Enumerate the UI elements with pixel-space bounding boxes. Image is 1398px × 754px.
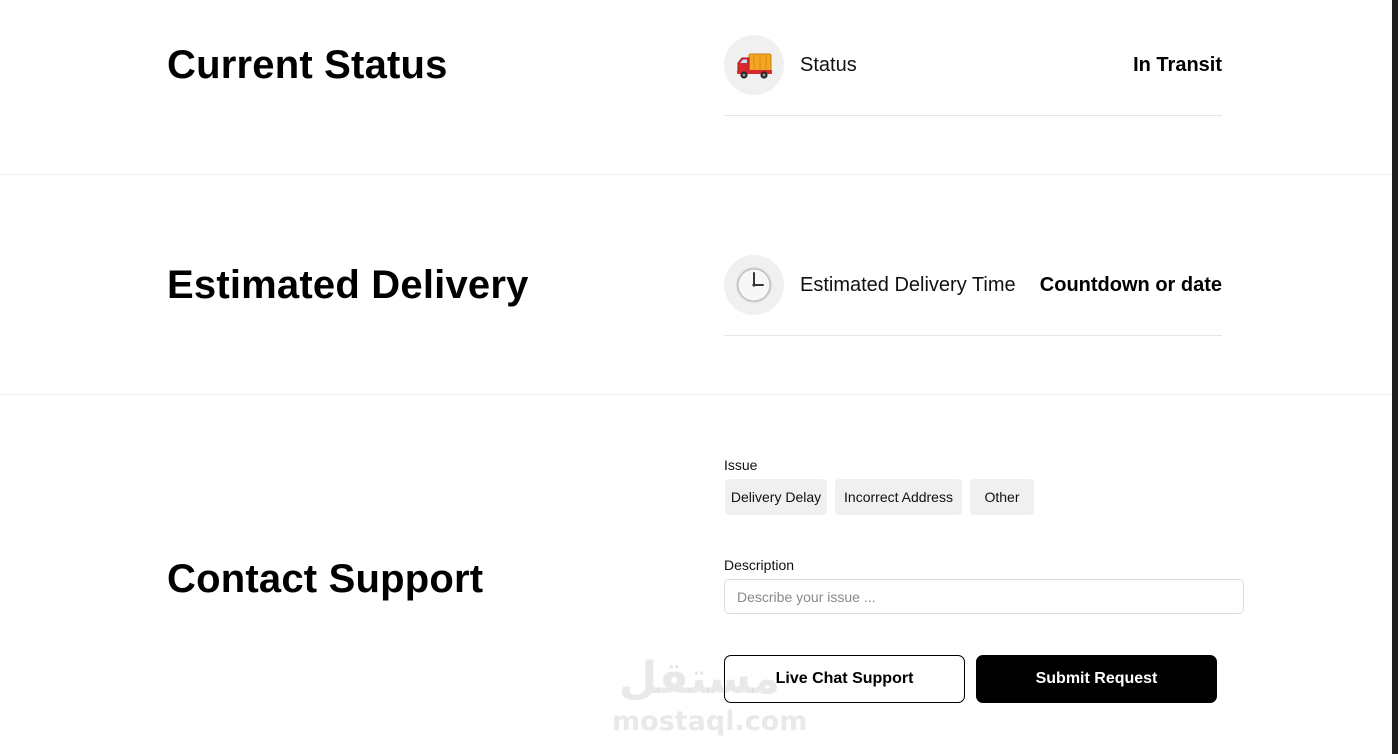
live-chat-support-button[interactable]: Live Chat Support <box>724 655 965 703</box>
issue-chip-incorrect-address[interactable]: Incorrect Address <box>835 479 962 515</box>
estimated-delivery-title: Estimated Delivery <box>167 263 529 307</box>
clock-icon <box>724 255 784 315</box>
delivery-time-row: Estimated Delivery Time Countdown or dat… <box>724 255 1222 336</box>
scrollbar[interactable] <box>1392 0 1398 754</box>
issue-label: Issue <box>724 457 758 473</box>
current-status-section: Current Status Status In Transit <box>0 0 1392 175</box>
order-tracking-page: Current Status Status In Transit Estimat… <box>0 0 1392 754</box>
status-value: In Transit <box>1133 54 1222 76</box>
delivery-time-value: Countdown or date <box>1039 274 1222 296</box>
submit-request-button[interactable]: Submit Request <box>976 655 1217 703</box>
contact-support-section: Contact Support Issue Delivery Delay Inc… <box>0 395 1392 754</box>
issue-chip-delivery-delay[interactable]: Delivery Delay <box>725 479 827 515</box>
delivery-time-label: Estimated Delivery Time <box>800 274 1016 296</box>
contact-support-title: Contact Support <box>167 557 484 601</box>
description-input[interactable] <box>724 579 1244 614</box>
issue-chip-other[interactable]: Other <box>970 479 1034 515</box>
current-status-title: Current Status <box>167 43 448 87</box>
status-label: Status <box>800 54 857 76</box>
delivery-truck-icon <box>724 35 784 95</box>
status-row: Status In Transit <box>724 35 1222 116</box>
description-label: Description <box>724 557 795 573</box>
estimated-delivery-section: Estimated Delivery Estimated Delivery Ti… <box>0 175 1392 395</box>
